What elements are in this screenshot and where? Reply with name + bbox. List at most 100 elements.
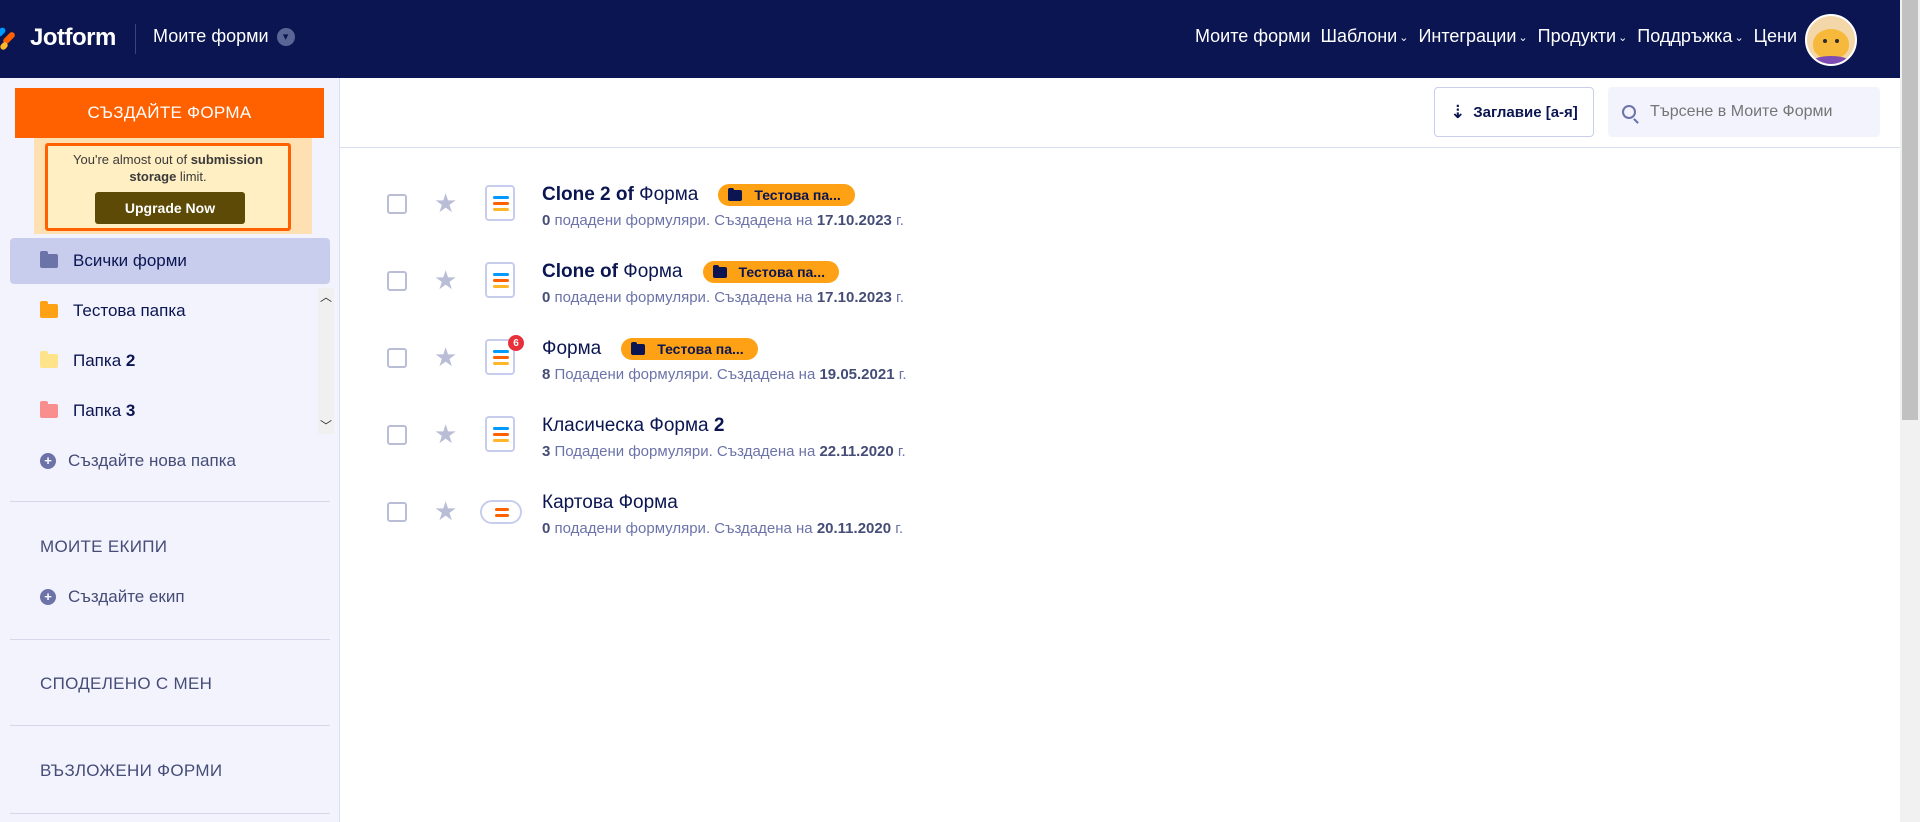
chevron-down-icon: ⌄ [1518, 32, 1528, 44]
list-toolbar: ⇣ Заглавие [а-я] [340, 78, 1900, 148]
form-meta: 8 Подадени формуляри. Създадена на 19.05… [542, 366, 907, 383]
form-title[interactable]: Форма Тестова па... [542, 338, 758, 360]
plus-circle-icon: + [40, 453, 56, 469]
banner-text: You're almost out of submission storage … [48, 151, 288, 185]
search-box[interactable] [1608, 87, 1880, 137]
form-meta: 3 Подадени формуляри. Създадена на 22.11… [542, 443, 906, 460]
folder-label: Папка [73, 351, 126, 370]
sidebar-item-all-forms[interactable]: Всички форми [10, 238, 330, 284]
folder-icon [712, 264, 727, 278]
folder-list-scrollbar[interactable]: ︿ ﹀ [318, 288, 334, 434]
sidebar-divider [10, 501, 330, 502]
form-list-item[interactable]: ★ Clone of Форма Тестова па... 0 подаден… [340, 243, 1900, 320]
form-title-bold: Clone of [542, 261, 618, 282]
folder-icon [728, 187, 743, 201]
folder-label-number: 3 [125, 401, 136, 420]
jotform-logo[interactable]: Jotform [0, 22, 116, 54]
select-checkbox[interactable] [387, 271, 407, 291]
chevron-down-icon[interactable]: ﹀ [318, 417, 334, 434]
nav-templates[interactable]: Шаблони ⌄ [1321, 26, 1409, 47]
form-list-item[interactable]: ★ Класическа Форма 2 3 Подадени формуляр… [340, 397, 1900, 474]
nav-pricing[interactable]: Цени [1754, 26, 1797, 47]
nav-my-forms[interactable]: Моите форми [1195, 26, 1311, 47]
workspace-dropdown[interactable]: Моите форми ▾ [153, 26, 295, 47]
form-list-item[interactable]: ★ Clone 2 of Форма Тестова па... 0 подад… [340, 166, 1900, 243]
star-icon[interactable]: ★ [434, 265, 457, 295]
meta-text: г. [893, 443, 906, 460]
folder-tag-label: Тестова па... [738, 264, 825, 280]
form-title-bold: 2 [713, 415, 725, 436]
created-date: 19.05.2021 [819, 366, 895, 383]
banner-text-part: limit. [176, 169, 207, 184]
created-date: 20.11.2020 [816, 520, 892, 537]
top-navigation-bar: Jotform Моите форми ▾ Моите форми Шаблон… [0, 0, 1900, 78]
nav-label: Шаблони [1320, 26, 1398, 46]
create-form-button[interactable]: СЪЗДАЙТЕ ФОРМА [15, 88, 324, 138]
meta-text: подадени формуляри. Създадена на [550, 520, 817, 537]
nav-integrations[interactable]: Интеграции ⌄ [1418, 26, 1527, 47]
user-avatar[interactable] [1805, 14, 1857, 66]
folder-icon [631, 341, 646, 355]
select-checkbox[interactable] [387, 348, 407, 368]
chevron-down-icon: ⌄ [1734, 32, 1744, 44]
sidebar-item-test-folder[interactable]: Тестова папка [10, 288, 330, 334]
meta-text: Подадени формуляри. Създадена на [550, 366, 820, 383]
folder-tag[interactable]: Тестова па... [621, 338, 758, 360]
meta-text: Подадени формуляри. Създадена на [550, 443, 820, 460]
form-list-item[interactable]: ★ 6 Форма Тестова па... 8 Подадени форму… [340, 320, 1900, 397]
sidebar-item-folder-2[interactable]: Папка 2 [10, 338, 330, 384]
select-checkbox[interactable] [387, 194, 407, 214]
star-icon[interactable]: ★ [434, 496, 457, 526]
folder-tag[interactable]: Тестова па... [718, 184, 855, 206]
create-new-folder-button[interactable]: + Създайте нова папка [10, 438, 330, 484]
nav-support[interactable]: Поддръжка ⌄ [1637, 26, 1743, 47]
nav-label: Моите форми [1194, 26, 1311, 46]
created-date: 22.11.2020 [819, 443, 894, 460]
page-scrollbar[interactable] [1900, 0, 1920, 822]
star-icon[interactable]: ★ [434, 342, 457, 372]
folder-label: Тестова папка [73, 301, 186, 320]
star-icon[interactable]: ★ [434, 419, 457, 449]
avatar-face-icon [1813, 29, 1849, 59]
sort-button[interactable]: ⇣ Заглавие [а-я] [1434, 87, 1594, 137]
folder-icon [40, 351, 58, 368]
logo-text: Jotform [30, 24, 116, 51]
avatar-body-icon [1811, 56, 1851, 64]
form-list-item[interactable]: ★ Картова Форма 0 подадени формуляри. Съ… [340, 474, 1900, 551]
form-title[interactable]: Класическа Форма 2 [542, 415, 724, 437]
shared-with-me-item[interactable]: СПОДЕЛЕНО С МЕН [40, 674, 212, 694]
create-team-button[interactable]: + Създайте екип [10, 574, 330, 620]
search-input[interactable] [1650, 103, 1870, 121]
folder-icon [40, 251, 58, 268]
form-icon [485, 262, 515, 298]
nav-products[interactable]: Продукти ⌄ [1538, 26, 1628, 47]
nav-label: Поддръжка [1637, 26, 1733, 46]
upgrade-now-button[interactable]: Upgrade Now [95, 192, 245, 224]
banner-text-part: You're almost out of [73, 152, 191, 167]
select-checkbox[interactable] [387, 502, 407, 522]
sidebar-item-folder-3[interactable]: Папка 3 [10, 388, 330, 434]
form-title[interactable]: Clone of Форма Тестова па... [542, 261, 839, 283]
jotform-logo-icon [0, 25, 22, 51]
form-title-rest: Форма [633, 184, 699, 205]
form-title[interactable]: Картова Форма [542, 492, 678, 514]
nav-label: Интеграции [1418, 26, 1517, 46]
scrollbar-thumb[interactable] [1902, 0, 1918, 420]
workspace-dropdown-label: Моите форми [153, 26, 269, 46]
assigned-forms-item[interactable]: ВЪЗЛОЖЕНИ ФОРМИ [40, 761, 222, 781]
sort-label: Заглавие [а-я] [1473, 103, 1578, 121]
plus-circle-icon: + [40, 589, 56, 605]
folder-label-number: 2 [125, 351, 136, 370]
form-title-rest: Класическа Форма [542, 415, 714, 436]
chevron-down-icon: ⌄ [1399, 32, 1409, 44]
storage-limit-banner: You're almost out of submission storage … [34, 138, 312, 234]
unread-submissions-badge: 6 [508, 335, 524, 351]
sidebar-divider [10, 639, 330, 640]
star-icon[interactable]: ★ [434, 188, 457, 218]
chevron-up-icon[interactable]: ︿ [318, 288, 334, 305]
form-meta: 0 подадени формуляри. Създадена на 17.10… [542, 289, 904, 306]
sidebar-divider [10, 725, 330, 726]
form-title[interactable]: Clone 2 of Форма Тестова па... [542, 184, 855, 206]
select-checkbox[interactable] [387, 425, 407, 445]
folder-tag[interactable]: Тестова па... [702, 261, 839, 283]
